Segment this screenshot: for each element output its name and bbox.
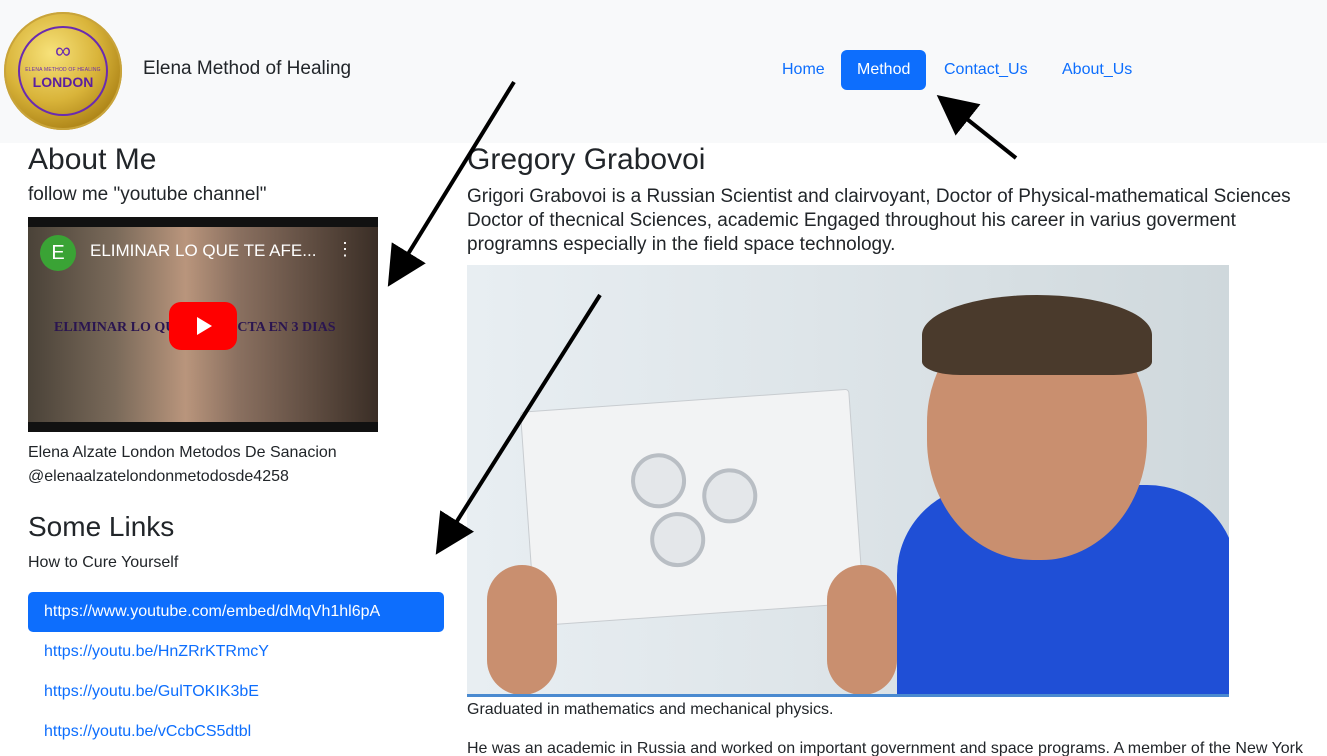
logo-city-text: LONDON — [32, 74, 94, 90]
photo-hand-right — [827, 565, 897, 694]
photo-hair — [922, 295, 1152, 375]
device-dial — [648, 510, 708, 569]
brand-title[interactable]: Elena Method of Healing — [143, 58, 351, 80]
infinity-icon: ∞ — [55, 38, 71, 63]
academic-text: He was an academic in Russia and worked … — [467, 740, 1303, 756]
youtube-play-icon[interactable] — [169, 302, 237, 350]
grabovoi-photo — [467, 265, 1229, 697]
device-dial — [629, 451, 688, 511]
more-vertical-icon[interactable]: ⋮ — [336, 239, 354, 260]
channel-info: Elena Alzate London Metodos De Sanacion … — [28, 441, 337, 489]
video-title[interactable]: ELIMINAR LO QUE TE AFE... — [90, 241, 316, 261]
photo-hand-left — [487, 565, 557, 694]
page-title: Gregory Grabovoi — [467, 143, 706, 176]
sidebar: About Me follow me "youtube channel" E E… — [28, 143, 444, 740]
nav-home[interactable]: Home — [766, 50, 841, 90]
channel-name: Elena Alzate London Metodos De Sanacion — [28, 444, 337, 461]
link-item[interactable]: https://youtu.be/HnZRrKTRmcY — [28, 632, 444, 672]
navbar: ∞ ELENA METHOD OF HEALING LONDON Elena M… — [0, 0, 1327, 143]
links-subtitle: How to Cure Yourself — [28, 554, 179, 571]
play-triangle — [197, 317, 212, 335]
nav-contact-us[interactable]: Contact_Us — [928, 50, 1044, 90]
nav-method[interactable]: Method — [841, 50, 927, 90]
link-item[interactable]: https://youtu.be/GulTOKIK3bE — [28, 672, 444, 712]
graduated-text: Graduated in mathematics and mechanical … — [467, 701, 834, 718]
youtube-video-embed[interactable]: E ELIMINAR LO QUE TE AFE... ⋮ ELIMINAR L… — [28, 217, 378, 432]
device-dial — [700, 466, 760, 526]
channel-handle: @elenaalzatelondonmetodosde4258 — [28, 468, 289, 485]
photo-device — [519, 388, 865, 627]
channel-avatar[interactable]: E — [40, 235, 76, 271]
about-me-title: About Me — [28, 143, 157, 176]
logo[interactable]: ∞ ELENA METHOD OF HEALING LONDON — [4, 12, 122, 130]
link-item[interactable]: https://youtu.be/vCcbCS5dtbl — [28, 712, 444, 752]
nav-about-us[interactable]: About_Us — [1046, 50, 1148, 90]
follow-text: follow me "youtube channel" — [28, 184, 267, 205]
some-links-title: Some Links — [28, 511, 175, 542]
bio-text: Grigori Grabovoi is a Russian Scientist … — [467, 186, 1291, 255]
link-item[interactable]: https://www.youtube.com/embed/dMqVh1hl6p… — [28, 592, 444, 632]
logo-small-text: ELENA METHOD OF HEALING — [25, 67, 101, 73]
